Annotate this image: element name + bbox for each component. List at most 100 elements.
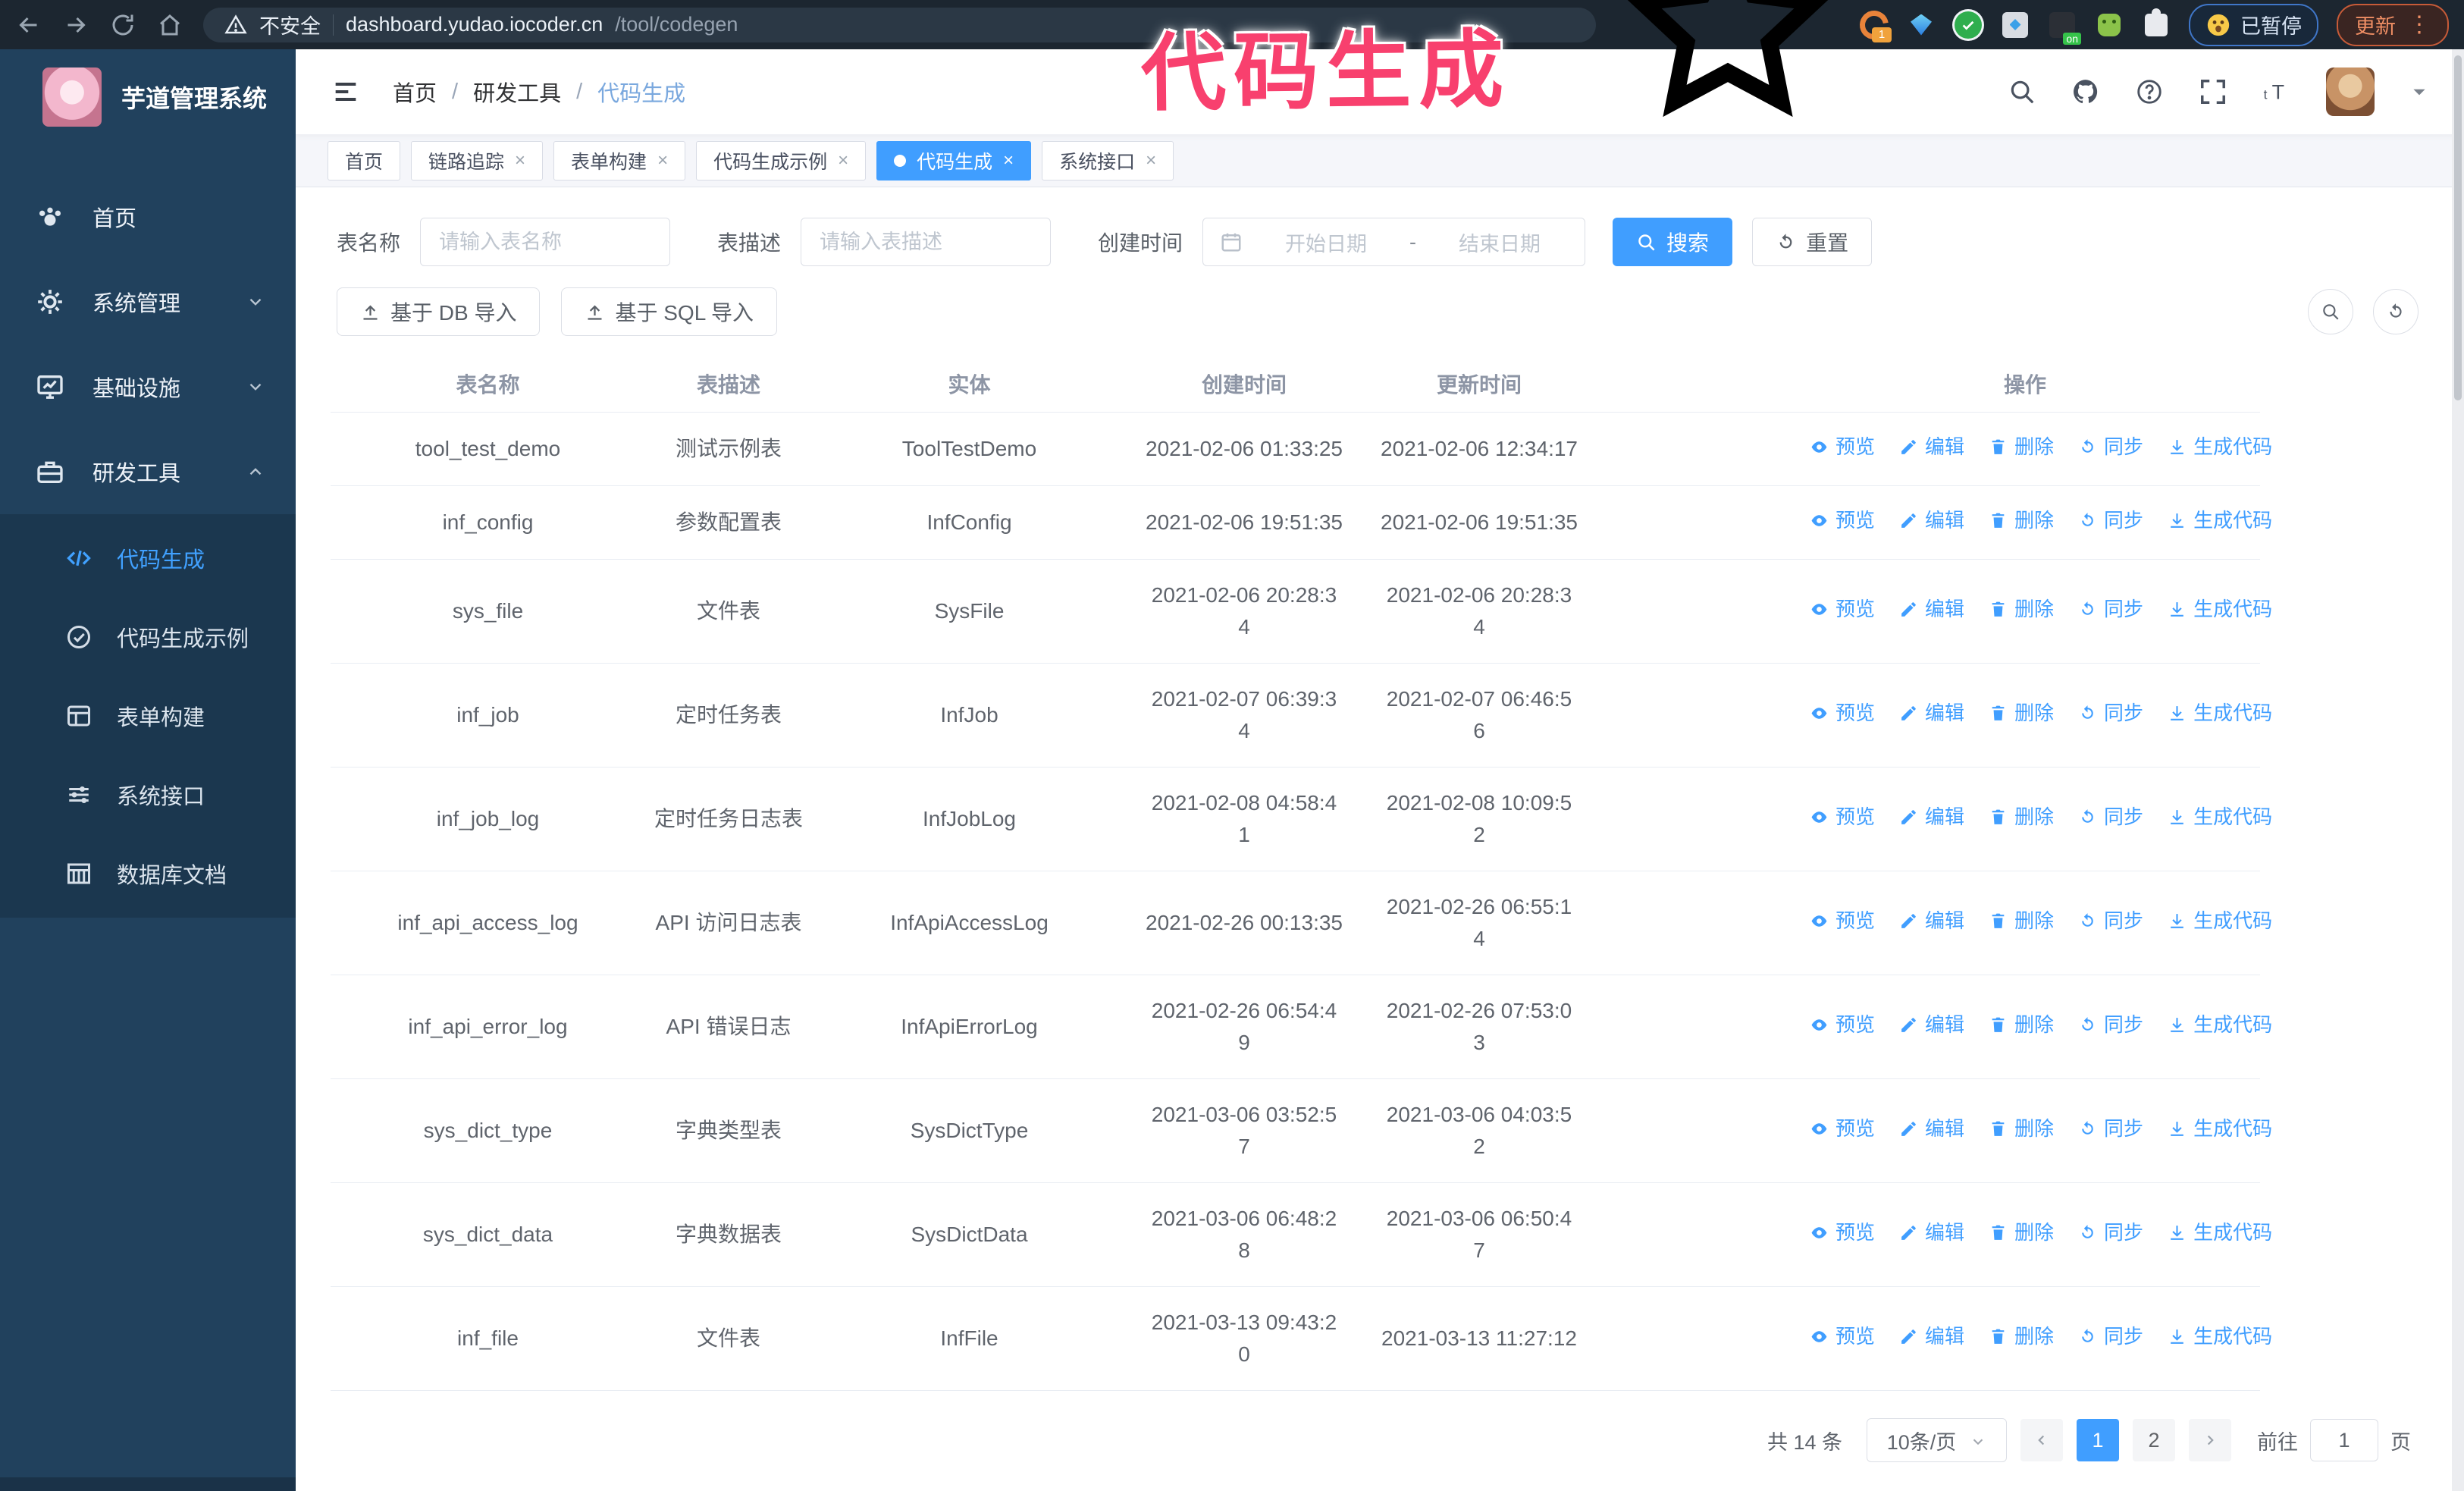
generate-code-link[interactable]: 生成代码 bbox=[2168, 698, 2272, 728]
next-page-button[interactable] bbox=[2189, 1419, 2231, 1461]
reload-icon[interactable] bbox=[109, 11, 136, 39]
security-label[interactable]: 不安全 bbox=[259, 10, 321, 39]
hamburger-icon[interactable] bbox=[331, 77, 361, 107]
tab-home[interactable]: 首页 bbox=[328, 141, 401, 180]
generate-code-link[interactable]: 生成代码 bbox=[2168, 595, 2272, 624]
scrollbar[interactable] bbox=[2452, 49, 2464, 1491]
generate-code-link[interactable]: 生成代码 bbox=[2168, 1010, 2272, 1040]
sidebar-item-system-api[interactable]: 系统接口 bbox=[0, 755, 296, 834]
edit-link[interactable]: 编辑 bbox=[1899, 1114, 1964, 1144]
close-icon[interactable]: × bbox=[838, 152, 848, 170]
sync-link[interactable]: 同步 bbox=[2078, 1010, 2143, 1040]
delete-link[interactable]: 删除 bbox=[1989, 698, 2054, 728]
sync-link[interactable]: 同步 bbox=[2078, 432, 2143, 462]
sync-link[interactable]: 同步 bbox=[2078, 906, 2143, 936]
delete-link[interactable]: 删除 bbox=[1989, 1218, 2054, 1248]
edit-link[interactable]: 编辑 bbox=[1899, 802, 1964, 832]
prev-page-button[interactable] bbox=[2020, 1419, 2063, 1461]
close-icon[interactable]: × bbox=[657, 152, 668, 170]
extension-gem-icon[interactable] bbox=[1907, 11, 1936, 39]
sidebar-item-infra[interactable]: 基础设施 bbox=[0, 344, 296, 429]
preview-link[interactable]: 预览 bbox=[1810, 906, 1875, 936]
sidebar-item-db-doc[interactable]: 数据库文档 bbox=[0, 834, 296, 913]
extension-green-icon[interactable] bbox=[2095, 11, 2124, 39]
tab-codegen[interactable]: 代码生成 × bbox=[876, 141, 1032, 180]
edit-link[interactable]: 编辑 bbox=[1899, 595, 1964, 624]
edit-link[interactable]: 编辑 bbox=[1899, 432, 1964, 462]
tab-codegen-example[interactable]: 代码生成示例 × bbox=[696, 141, 867, 180]
goto-page-input[interactable] bbox=[2310, 1419, 2378, 1461]
edit-link[interactable]: 编辑 bbox=[1899, 906, 1964, 936]
delete-link[interactable]: 删除 bbox=[1989, 432, 2054, 462]
preview-link[interactable]: 预览 bbox=[1810, 1010, 1875, 1040]
page-button-2[interactable]: 2 bbox=[2133, 1419, 2175, 1461]
preview-link[interactable]: 预览 bbox=[1810, 506, 1875, 535]
generate-code-link[interactable]: 生成代码 bbox=[2168, 906, 2272, 936]
table-desc-input[interactable] bbox=[801, 218, 1052, 266]
sidebar-item-system[interactable]: 系统管理 bbox=[0, 259, 296, 344]
delete-link[interactable]: 删除 bbox=[1989, 1010, 2054, 1040]
breadcrumb-devtools[interactable]: 研发工具 bbox=[473, 76, 561, 108]
generate-code-link[interactable]: 生成代码 bbox=[2168, 432, 2272, 462]
close-icon[interactable]: × bbox=[1003, 152, 1014, 170]
bookmark-star-icon[interactable] bbox=[1614, 0, 1842, 139]
extensions-puzzle-icon[interactable] bbox=[2142, 8, 2171, 39]
tab-tracing[interactable]: 链路追踪 × bbox=[411, 141, 544, 180]
refresh-button[interactable] bbox=[2373, 289, 2419, 334]
preview-link[interactable]: 预览 bbox=[1810, 1322, 1875, 1351]
back-icon[interactable] bbox=[15, 11, 42, 39]
menu-dots-icon[interactable]: ⋮ bbox=[2408, 13, 2431, 36]
preview-link[interactable]: 预览 bbox=[1810, 595, 1875, 624]
home-icon[interactable] bbox=[156, 11, 183, 39]
edit-link[interactable]: 编辑 bbox=[1899, 1010, 1964, 1040]
sync-link[interactable]: 同步 bbox=[2078, 698, 2143, 728]
generate-code-link[interactable]: 生成代码 bbox=[2168, 1114, 2272, 1144]
tab-system-api[interactable]: 系统接口 × bbox=[1042, 141, 1174, 180]
close-icon[interactable]: × bbox=[1146, 152, 1156, 170]
delete-link[interactable]: 删除 bbox=[1989, 802, 2054, 832]
extension-grid-icon[interactable] bbox=[2001, 11, 2030, 39]
edit-link[interactable]: 编辑 bbox=[1899, 1218, 1964, 1248]
sync-link[interactable]: 同步 bbox=[2078, 1114, 2143, 1144]
preview-link[interactable]: 预览 bbox=[1810, 802, 1875, 832]
sync-link[interactable]: 同步 bbox=[2078, 802, 2143, 832]
delete-link[interactable]: 删除 bbox=[1989, 1114, 2054, 1144]
tab-form-builder[interactable]: 表单构建 × bbox=[553, 141, 686, 180]
forward-icon[interactable] bbox=[62, 11, 89, 39]
delete-link[interactable]: 删除 bbox=[1989, 506, 2054, 535]
sidebar-item-form-builder[interactable]: 表单构建 bbox=[0, 676, 296, 755]
sync-link[interactable]: 同步 bbox=[2078, 1322, 2143, 1351]
import-db-button[interactable]: 基于 DB 导入 bbox=[337, 287, 541, 336]
table-name-input[interactable] bbox=[420, 218, 671, 266]
search-button[interactable]: 搜索 bbox=[1613, 218, 1733, 266]
preview-link[interactable]: 预览 bbox=[1810, 1218, 1875, 1248]
import-sql-button[interactable]: 基于 SQL 导入 bbox=[561, 287, 778, 336]
edit-link[interactable]: 编辑 bbox=[1899, 1322, 1964, 1351]
extension-check-icon[interactable] bbox=[1954, 11, 1983, 39]
scrollbar-thumb[interactable] bbox=[2454, 55, 2462, 400]
sync-link[interactable]: 同步 bbox=[2078, 506, 2143, 535]
logo-row[interactable]: 芋道管理系统 bbox=[0, 49, 296, 144]
page-size-select[interactable]: 10条/页 bbox=[1867, 1418, 2007, 1462]
extension-dark-icon[interactable]: on bbox=[2048, 11, 2081, 45]
preview-link[interactable]: 预览 bbox=[1810, 1114, 1875, 1144]
profile-chip[interactable]: 已暂停 bbox=[2189, 3, 2318, 46]
preview-link[interactable]: 预览 bbox=[1810, 698, 1875, 728]
generate-code-link[interactable]: 生成代码 bbox=[2168, 506, 2272, 535]
generate-code-link[interactable]: 生成代码 bbox=[2168, 1322, 2272, 1351]
toggle-search-button[interactable] bbox=[2308, 289, 2353, 334]
delete-link[interactable]: 删除 bbox=[1989, 595, 2054, 624]
sidebar-item-devtools[interactable]: 研发工具 bbox=[0, 429, 296, 514]
sidebar-item-home[interactable]: 首页 bbox=[0, 174, 296, 259]
sync-link[interactable]: 同步 bbox=[2078, 595, 2143, 624]
update-button[interactable]: 更新 ⋮ bbox=[2337, 3, 2449, 46]
close-icon[interactable]: × bbox=[515, 152, 525, 170]
breadcrumb-home[interactable]: 首页 bbox=[393, 76, 437, 108]
preview-link[interactable]: 预览 bbox=[1810, 432, 1875, 462]
sync-link[interactable]: 同步 bbox=[2078, 1218, 2143, 1248]
generate-code-link[interactable]: 生成代码 bbox=[2168, 802, 2272, 832]
delete-link[interactable]: 删除 bbox=[1989, 906, 2054, 936]
sidebar-item-codegen-example[interactable]: 代码生成示例 bbox=[0, 598, 296, 676]
edit-link[interactable]: 编辑 bbox=[1899, 698, 1964, 728]
reset-button[interactable]: 重置 bbox=[1752, 218, 1873, 266]
